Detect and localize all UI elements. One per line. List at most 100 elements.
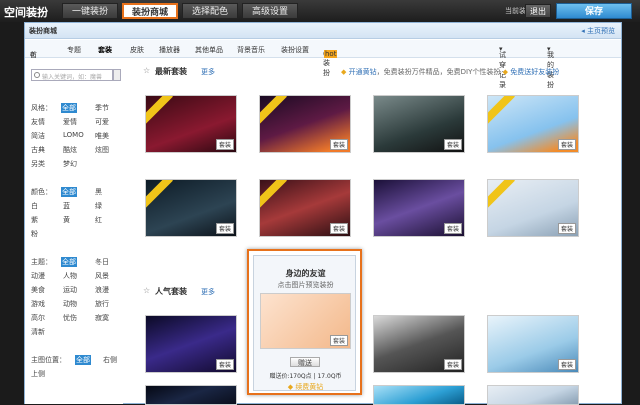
theme-option[interactable]: 人物 [63, 271, 77, 281]
popular-more-link[interactable]: 更多 [201, 287, 215, 297]
theme-option[interactable]: 冬日 [95, 257, 109, 267]
suit-thumbnail[interactable]: 套装 [259, 95, 351, 153]
style-option[interactable]: 古典 [31, 145, 45, 155]
theme-option[interactable]: 旅行 [95, 299, 109, 309]
suit-tag: 套装 [329, 223, 348, 234]
save-button[interactable]: 保存 [556, 3, 632, 19]
color-option[interactable]: 红 [95, 215, 102, 225]
suit-thumbnail[interactable]: 套装 [373, 179, 465, 237]
suit-thumbnail[interactable] [373, 385, 465, 405]
suit-thumbnail[interactable] [145, 385, 237, 405]
style-all[interactable]: 全部 [61, 103, 77, 113]
style-option[interactable]: 另类 [31, 159, 45, 169]
theme-option[interactable]: 游戏 [31, 299, 45, 309]
panel-title: 装扮商城 [29, 27, 57, 35]
style-option[interactable]: LOMO [63, 131, 84, 139]
nav-settings[interactable]: 装扮设置 [281, 45, 309, 55]
my-skins-dropdown[interactable]: 我的装扮 ▾ [547, 45, 554, 89]
exit-button[interactable]: 退出 [525, 4, 551, 18]
suit-thumbnail[interactable]: 套装 [487, 315, 579, 373]
theme-option[interactable]: 美食 [31, 285, 45, 295]
diamond-icon: ◆ [287, 383, 294, 391]
theme-option[interactable]: 动漫 [31, 271, 45, 281]
position-option[interactable]: 上侧 [31, 369, 45, 379]
theme-option[interactable]: 忧伤 [63, 313, 77, 323]
suit-thumbnail[interactable]: 套装 [373, 315, 465, 373]
style-option[interactable]: 友情 [31, 117, 45, 127]
theme-option[interactable]: 浪漫 [95, 285, 109, 295]
suit-thumbnail[interactable]: 套装 [145, 95, 237, 153]
nav-suits[interactable]: 套装 [98, 45, 112, 55]
style-label: 风格： [31, 104, 52, 112]
popup-subtitle: 点击图片预览装扮 [277, 281, 334, 289]
suit-thumbnail[interactable]: 套装 [373, 95, 465, 153]
suit-thumbnail[interactable] [487, 385, 579, 405]
latest-more-link[interactable]: 更多 [201, 67, 215, 77]
diamond-icon: ◆ [502, 68, 508, 76]
star-icon: ☆ [143, 286, 151, 295]
style-option[interactable]: 梦幻 [63, 159, 77, 169]
color-all[interactable]: 全部 [61, 187, 77, 197]
vip-ribbon [146, 180, 173, 209]
color-option[interactable]: 黄 [63, 215, 70, 225]
suit-thumbnail[interactable]: 套装 [145, 179, 237, 237]
gift-button[interactable]: 赠送 [290, 357, 320, 367]
theme-option[interactable]: 寂寞 [95, 313, 109, 323]
top-toolbar: 空间装扮 一键装扮 装扮商城 选择配色 高级设置 当前装扮 ▾ 退出 保存 [0, 0, 640, 22]
nav-skins[interactable]: 皮肤 [130, 45, 144, 55]
gift-friend-link[interactable]: 免费送好友装扮 [510, 68, 559, 76]
suit-tag: 套装 [329, 335, 348, 346]
renew-vip-link[interactable]: ◆ 续费黄钻 [254, 382, 357, 392]
vip-ribbon [260, 180, 287, 209]
style-option[interactable]: 爱情 [63, 117, 77, 127]
arrow-icon: ◂ [581, 27, 585, 35]
nav-other[interactable]: 其他单品 [195, 45, 223, 55]
suit-tag: 套装 [329, 139, 348, 150]
position-option[interactable]: 右侧 [103, 355, 117, 365]
style-option[interactable]: 酷炫 [63, 145, 77, 155]
vip-ribbon [146, 96, 173, 125]
home-preview-link[interactable]: ◂ 主页预览 [581, 26, 615, 36]
theme-option[interactable]: 风景 [95, 271, 109, 281]
color-label: 颜色： [31, 188, 52, 196]
color-option[interactable]: 蓝 [63, 201, 70, 211]
tab-advanced[interactable]: 高级设置 [242, 3, 298, 19]
search-icon [34, 72, 40, 78]
nav-players[interactable]: 播放器 [159, 45, 180, 55]
tab-one-click[interactable]: 一键装扮 [62, 3, 118, 19]
style-option[interactable]: 可爱 [95, 117, 109, 127]
color-option[interactable]: 白 [31, 201, 38, 211]
star-icon: ☆ [143, 66, 151, 75]
style-option[interactable]: 唯美 [95, 131, 109, 141]
category-nav: ⌂ 首页 专题 套装 皮肤 播放器 其他单品 背景音乐 装扮设置 6.0装扮ho… [25, 40, 621, 89]
suit-thumbnail[interactable]: 套装 [487, 95, 579, 153]
popup-preview-image[interactable]: 套装 [260, 293, 351, 349]
color-option[interactable]: 粉 [31, 229, 38, 239]
suit-thumbnail[interactable]: 套装 [259, 179, 351, 237]
theme-option[interactable]: 运动 [63, 285, 77, 295]
open-vip-link[interactable]: 开通黄钻 [349, 68, 377, 76]
search-input[interactable]: 输入关键词，如：魔兽 [31, 69, 113, 81]
color-option[interactable]: 绿 [95, 201, 102, 211]
theme-option[interactable]: 清新 [31, 327, 45, 337]
suit-thumbnail[interactable]: 套装 [487, 179, 579, 237]
tab-mall[interactable]: 装扮商城 [122, 3, 178, 19]
theme-all[interactable]: 全部 [61, 257, 77, 267]
suit-tag: 套装 [443, 359, 462, 370]
theme-option[interactable]: 动物 [63, 299, 77, 309]
nav-topics[interactable]: 专题 [67, 45, 81, 55]
theme-option[interactable]: 高尔 [31, 313, 45, 323]
style-option[interactable]: 季节 [95, 103, 109, 113]
tab-color-scheme[interactable]: 选择配色 [182, 3, 238, 19]
color-option[interactable]: 黑 [95, 187, 102, 197]
color-option[interactable]: 紫 [31, 215, 38, 225]
position-all[interactable]: 全部 [75, 355, 91, 365]
try-history-dropdown[interactable]: 试穿记录 ▾ [499, 45, 506, 89]
suit-tag: 套装 [215, 223, 234, 234]
style-option[interactable]: 简洁 [31, 131, 45, 141]
suit-thumbnail[interactable]: 套装 [145, 315, 237, 373]
nav-music[interactable]: 背景音乐 [237, 45, 265, 55]
position-label: 主图位置： [31, 356, 66, 364]
style-option[interactable]: 炫图 [95, 145, 109, 155]
search-button[interactable] [113, 69, 121, 81]
